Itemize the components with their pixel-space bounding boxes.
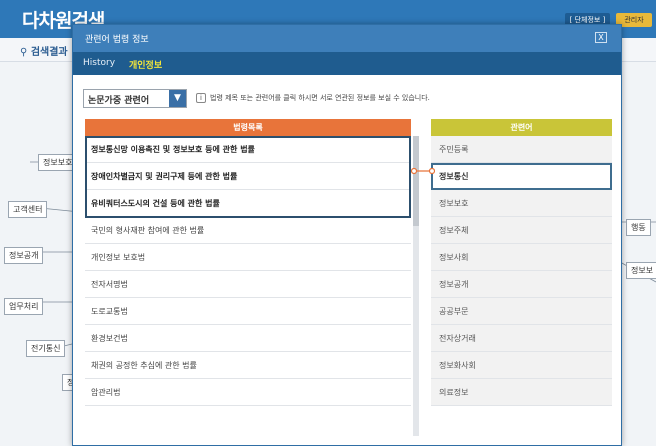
law-item[interactable]: 도로교통법 xyxy=(85,298,411,325)
related-terms-header: 관련어 xyxy=(431,119,612,136)
related-terms-list: 주민등록 정보통신 정보보호 정보주체 정보사회 정보공개 공공부문 전자상거래… xyxy=(431,136,612,406)
graph-node[interactable]: 정보공개 xyxy=(4,247,44,264)
law-item[interactable]: 암관리법 xyxy=(85,379,411,406)
filter-row: 논문가중 관련어 ▼ i 법령 제목 또는 관련어를 클릭 하시면 서로 연관된… xyxy=(83,89,613,109)
search-icon: ⚲ xyxy=(20,47,28,58)
related-term[interactable]: 정보공개 xyxy=(431,271,612,298)
graph-node[interactable]: 행동 xyxy=(626,219,651,236)
scrollbar-thumb[interactable] xyxy=(413,136,419,226)
related-term[interactable]: 전자상거래 xyxy=(431,325,612,352)
related-term[interactable]: 주민등록 xyxy=(431,136,612,163)
related-term[interactable]: 의료정보 xyxy=(431,379,612,406)
graph-node[interactable]: 정보보 xyxy=(626,262,656,279)
select-value: 논문가중 관련어 xyxy=(88,96,150,106)
info-text: 법령 제목 또는 관련어를 클릭 하시면 서로 연관된 정보를 보실 수 있습니… xyxy=(210,94,430,102)
dialog-title: 관련어 법령 정보 xyxy=(85,35,149,45)
law-item[interactable]: 개인정보 보호법 xyxy=(85,244,411,271)
law-item[interactable]: 유비쿼터스도시의 건설 등에 관한 법률 xyxy=(85,190,411,217)
law-item[interactable]: 전자서명법 xyxy=(85,271,411,298)
search-results-label[interactable]: ⚲ 검색결과 xyxy=(20,43,68,58)
info-icon: i xyxy=(196,93,206,103)
related-terms-panel: 관련어 주민등록 정보통신 정보보호 정보주체 정보사회 정보공개 공공부문 전… xyxy=(431,119,612,406)
law-item[interactable]: 국민의 형사재판 참여에 관한 법률 xyxy=(85,217,411,244)
tab-history[interactable]: History xyxy=(83,58,115,68)
law-item[interactable]: 채권의 공정한 추심에 관한 법률 xyxy=(85,352,411,379)
tab-personal-info[interactable]: 개인정보 xyxy=(129,58,162,71)
related-term-selected[interactable]: 정보통신 xyxy=(431,163,612,190)
related-term[interactable]: 정보사회 xyxy=(431,244,612,271)
related-type-select[interactable]: 논문가중 관련어 ▼ xyxy=(83,89,187,108)
graph-node[interactable]: 고객센터 xyxy=(8,201,48,218)
dialog-titlebar: 관련어 법령 정보 X xyxy=(73,25,621,52)
chevron-down-icon[interactable]: ▼ xyxy=(169,90,186,107)
related-term[interactable]: 공공부문 xyxy=(431,298,612,325)
law-item[interactable]: 환경보건법 xyxy=(85,325,411,352)
related-terms-dialog: 관련어 법령 정보 X History 개인정보 논문가중 관련어 ▼ i 법령… xyxy=(72,24,622,446)
law-list-header: 법령목록 xyxy=(85,119,411,136)
dialog-tab-bar: History 개인정보 xyxy=(73,52,621,75)
graph-node[interactable]: 업무처리 xyxy=(4,298,44,315)
related-term[interactable]: 정보주체 xyxy=(431,217,612,244)
graph-node[interactable]: 전기통신 xyxy=(26,340,66,357)
law-list-scrollbar[interactable] xyxy=(413,136,419,436)
law-item[interactable]: 장애인차별금지 및 권리구제 등에 관한 법률 xyxy=(85,163,411,190)
close-icon[interactable]: X xyxy=(595,32,607,43)
related-term[interactable]: 정보보호 xyxy=(431,190,612,217)
law-item[interactable]: 정보통신망 이용촉진 및 정보보호 등에 관한 법률 xyxy=(85,136,411,163)
related-term[interactable]: 정보화사회 xyxy=(431,352,612,379)
law-list-panel: 법령목록 정보통신망 이용촉진 및 정보보호 등에 관한 법률 장애인차별금지 … xyxy=(85,119,411,406)
